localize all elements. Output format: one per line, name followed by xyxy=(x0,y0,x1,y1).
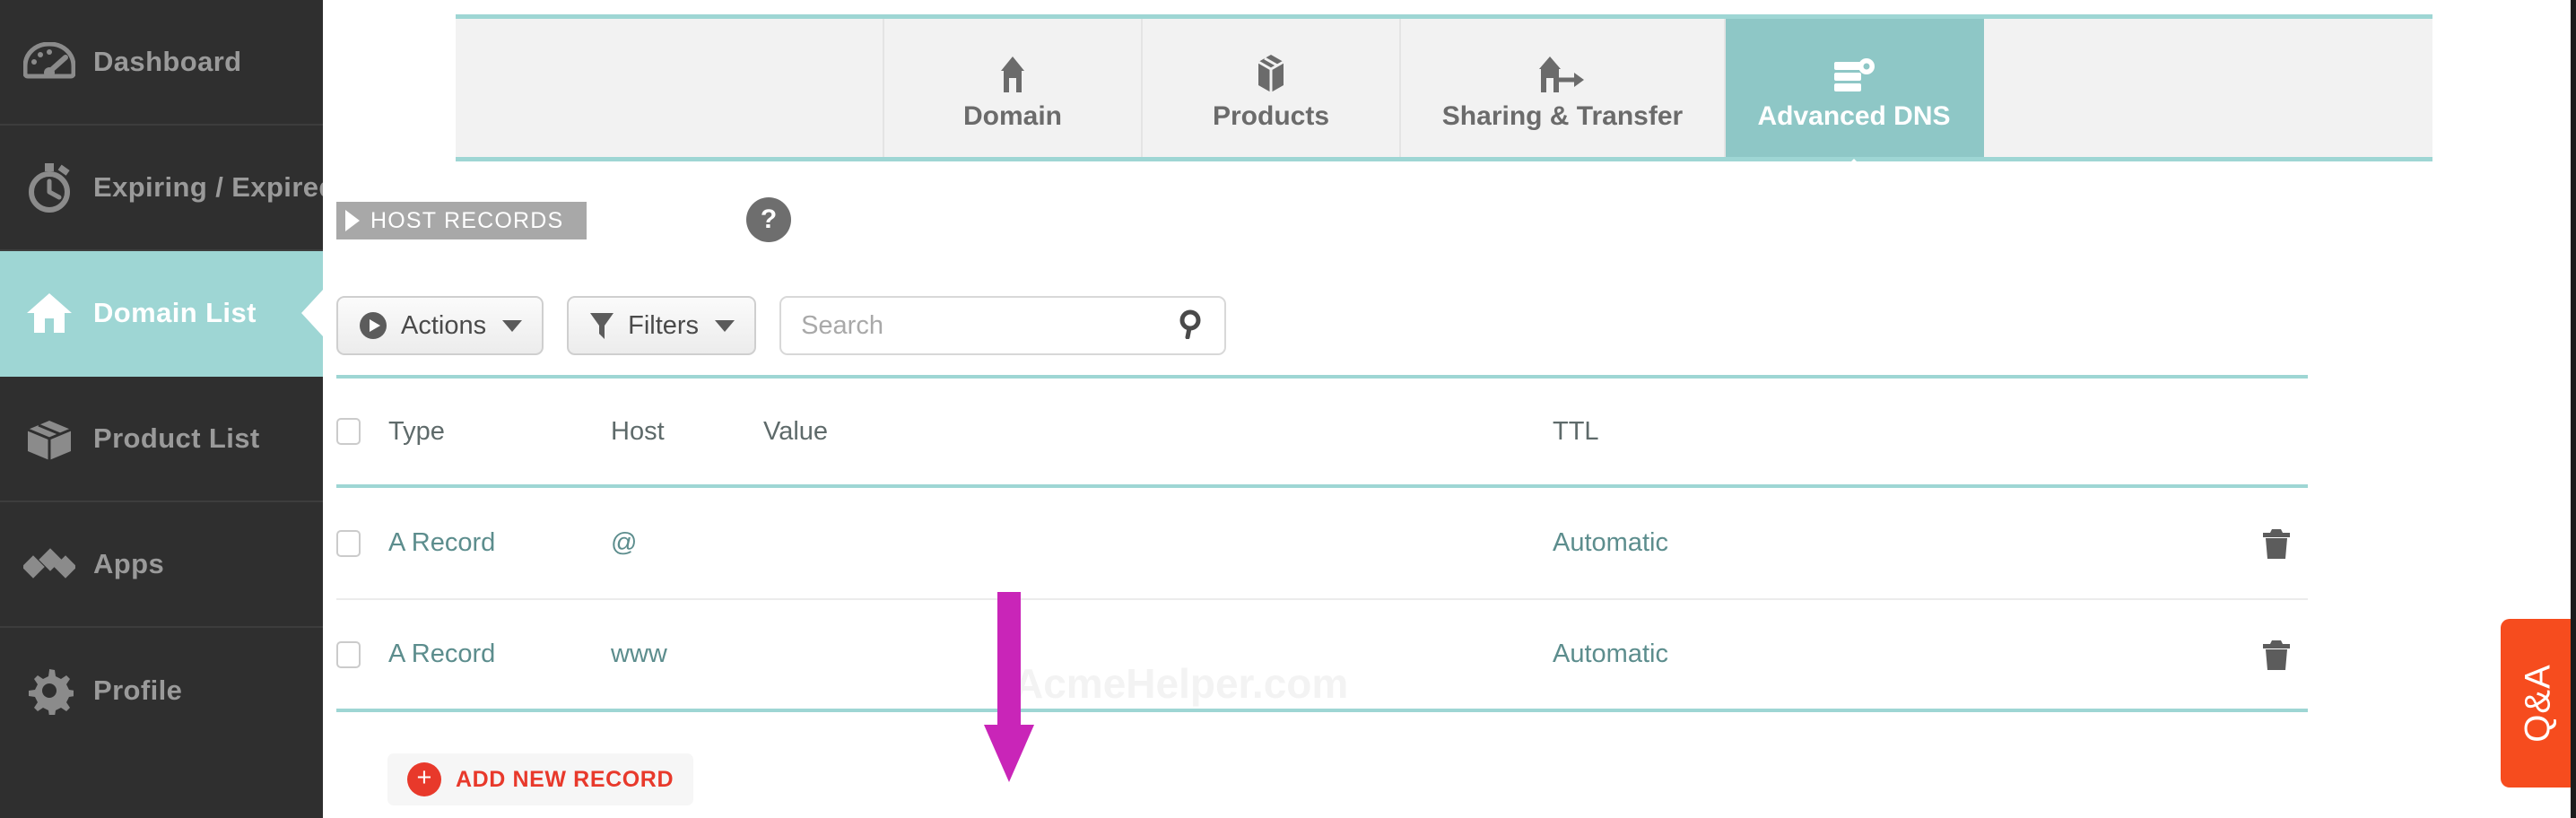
sidebar-item-label: Dashboard xyxy=(93,46,242,77)
column-header-host[interactable]: Host xyxy=(611,417,763,447)
stopwatch-icon xyxy=(22,160,77,215)
select-all-cell xyxy=(336,418,388,445)
tab-label: Products xyxy=(1212,101,1330,131)
share-arrow-icon xyxy=(1537,44,1588,94)
tab-bar-right-spacer xyxy=(1984,19,2432,157)
gear-icon xyxy=(22,663,77,718)
left-sidebar: Dashboard Expiring / Expired Domain List xyxy=(0,0,335,818)
sidebar-item-expiring[interactable]: Expiring / Expired xyxy=(0,126,335,251)
funnel-icon xyxy=(588,310,615,341)
table-row: A Record @ Automatic xyxy=(336,488,2308,600)
column-header-ttl[interactable]: TTL xyxy=(1553,417,2109,447)
active-pointer-notch xyxy=(301,290,323,336)
cell-type: A Record xyxy=(388,528,611,558)
box-icon xyxy=(22,411,77,466)
active-tab-pointer xyxy=(1831,159,1877,182)
column-label: TTL xyxy=(1553,416,1599,446)
add-new-record-button[interactable]: + ADD NEW RECORD xyxy=(387,753,694,805)
filters-button[interactable]: Filters xyxy=(567,296,757,355)
sidebar-item-label: Product List xyxy=(93,422,260,454)
actions-label: Actions xyxy=(401,310,487,340)
table-row: A Record www Automatic xyxy=(336,600,2308,712)
search-field-wrapper[interactable] xyxy=(779,296,1227,355)
record-type-link[interactable]: A Record xyxy=(388,528,495,557)
tab-label: Advanced DNS xyxy=(1757,101,1951,131)
help-button[interactable]: ? xyxy=(746,197,791,242)
tab-bar-left-spacer xyxy=(456,19,884,157)
sidebar-item-label: Expiring / Expired xyxy=(93,171,336,203)
table-header-row: Type Host Value TTL xyxy=(336,375,2308,488)
main-content: Domain Products Sharing & Transfer Advan… xyxy=(323,0,2576,818)
sidebar-item-product-list[interactable]: Product List xyxy=(0,377,323,502)
select-all-checkbox[interactable] xyxy=(336,418,361,445)
sidebar-item-label: Apps xyxy=(93,548,165,579)
chevron-down-icon xyxy=(502,319,523,332)
records-toolbar: Actions Filters xyxy=(336,296,1227,355)
plus-circle-icon: + xyxy=(407,762,441,796)
search-input[interactable] xyxy=(801,310,1179,341)
record-host-link[interactable]: www xyxy=(611,640,667,668)
qa-side-tab-label: Q&A xyxy=(2518,664,2558,743)
host-records-table: Type Host Value TTL A Record @ Automatic… xyxy=(336,375,2308,712)
column-label: Host xyxy=(611,416,665,446)
actions-button[interactable]: Actions xyxy=(336,296,544,355)
box-icon xyxy=(1253,44,1289,94)
cell-host: www xyxy=(611,640,763,669)
screen-right-edge xyxy=(2571,0,2576,818)
sidebar-item-dashboard[interactable]: Dashboard xyxy=(0,0,323,126)
sidebar-item-profile[interactable]: Profile xyxy=(0,628,323,753)
sidebar-item-domain-list[interactable]: Domain List xyxy=(0,251,323,377)
cell-delete xyxy=(2109,638,2308,672)
tab-label: Sharing & Transfer xyxy=(1441,101,1684,131)
add-new-record-label: ADD NEW RECORD xyxy=(456,766,674,792)
filters-label: Filters xyxy=(628,310,700,340)
cell-delete xyxy=(2109,526,2308,561)
domain-tab-bar: Domain Products Sharing & Transfer Advan… xyxy=(456,14,2432,182)
sidebar-item-label: Profile xyxy=(93,674,183,706)
host-records-ribbon: HOST RECORDS xyxy=(336,202,587,239)
search-icon[interactable] xyxy=(1178,309,1208,344)
column-header-type[interactable]: Type xyxy=(388,417,611,447)
sidebar-item-label: Domain List xyxy=(93,297,257,328)
tab-products[interactable]: Products xyxy=(1143,19,1401,157)
cell-type: A Record xyxy=(388,640,611,669)
tab-domain[interactable]: Domain xyxy=(884,19,1143,157)
row-checkbox[interactable] xyxy=(336,640,361,668)
section-title: HOST RECORDS xyxy=(370,207,564,233)
qa-side-tab[interactable]: Q&A xyxy=(2501,619,2576,788)
chevron-down-icon xyxy=(715,319,735,332)
diamonds-icon xyxy=(22,536,77,592)
column-label: Type xyxy=(388,416,445,446)
chevron-right-icon xyxy=(345,210,360,231)
row-select-cell xyxy=(336,640,388,668)
row-checkbox[interactable] xyxy=(336,529,361,557)
column-header-value[interactable]: Value xyxy=(763,417,1553,447)
row-select-cell xyxy=(336,529,388,557)
column-label: Value xyxy=(763,416,829,446)
house-icon xyxy=(994,44,1031,94)
trash-icon[interactable] xyxy=(2261,638,2292,672)
house-icon xyxy=(22,285,77,341)
record-host-link[interactable]: @ xyxy=(611,528,637,557)
cell-ttl: Automatic xyxy=(1553,528,2109,558)
cell-ttl: Automatic xyxy=(1553,640,2109,669)
tab-label: Domain xyxy=(962,101,1062,131)
play-circle-icon xyxy=(358,310,388,341)
record-ttl: Automatic xyxy=(1553,528,1668,557)
tab-advanced-dns[interactable]: Advanced DNS xyxy=(1726,19,1984,182)
dns-server-icon xyxy=(1831,44,1877,94)
record-ttl: Automatic xyxy=(1553,640,1668,668)
trash-icon[interactable] xyxy=(2261,526,2292,561)
cell-host: @ xyxy=(611,528,763,558)
record-type-link[interactable]: A Record xyxy=(388,640,495,668)
tab-sharing-transfer[interactable]: Sharing & Transfer xyxy=(1401,19,1726,157)
app-screenshot: Dashboard Expiring / Expired Domain List xyxy=(0,0,2576,818)
sidebar-item-apps[interactable]: Apps xyxy=(0,502,323,628)
gauge-icon xyxy=(22,34,77,90)
